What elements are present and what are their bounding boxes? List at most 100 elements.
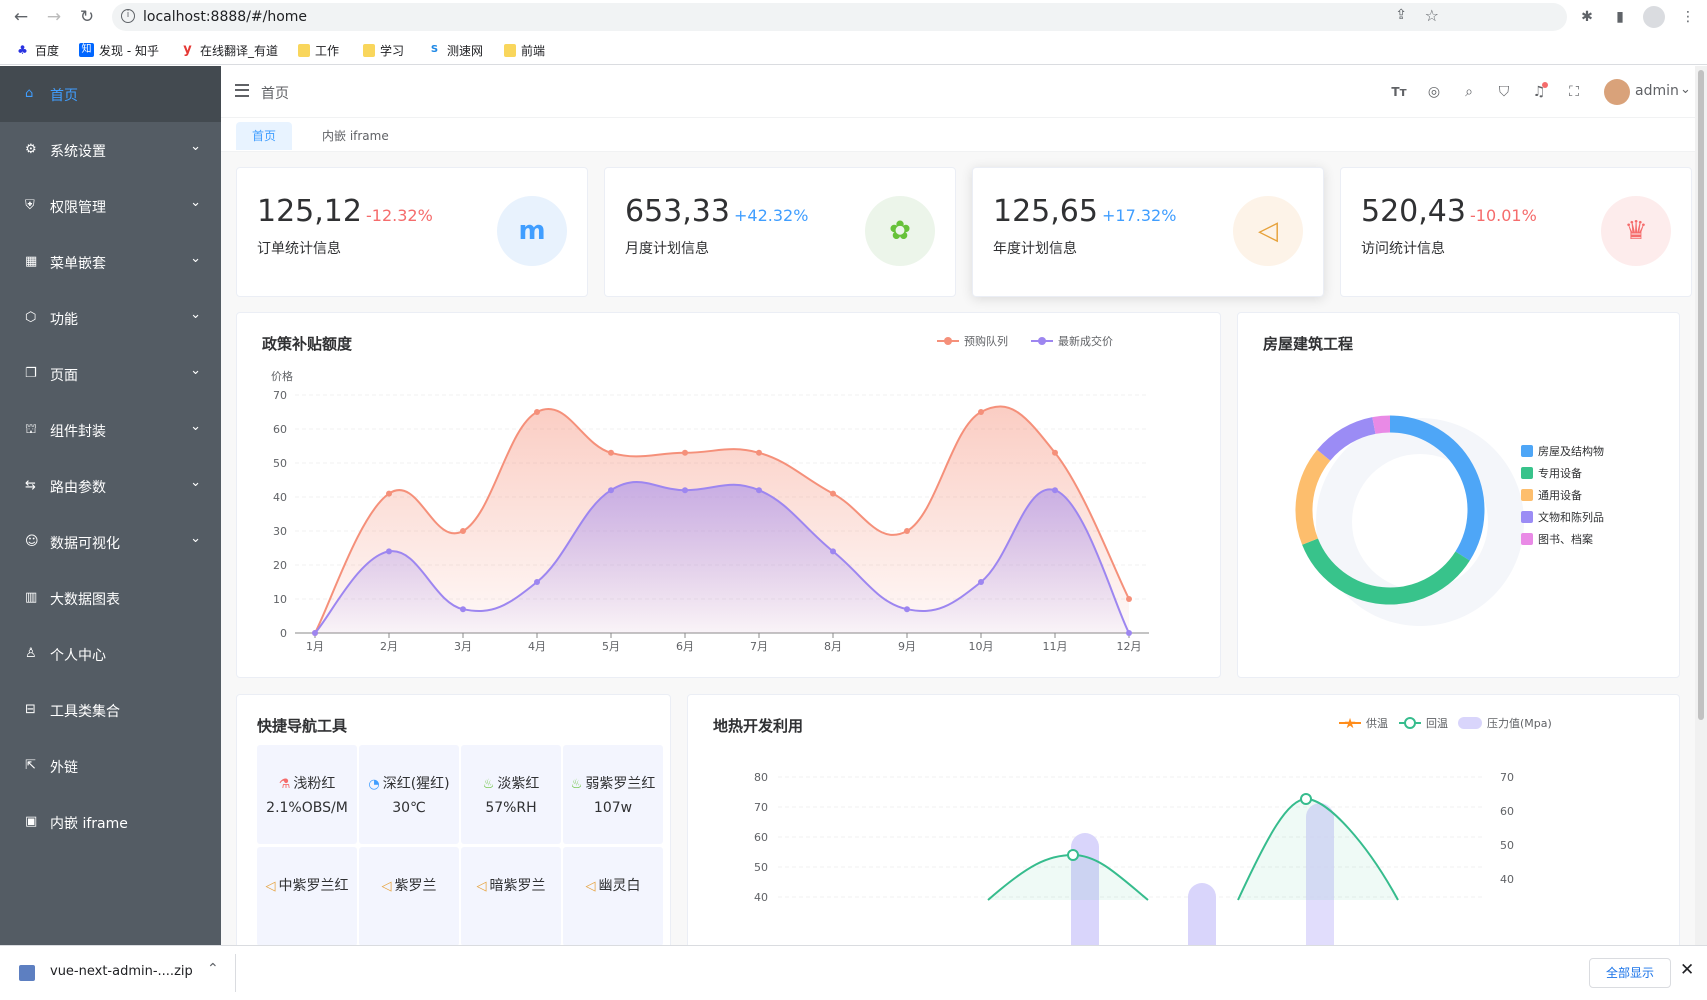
tag-home[interactable]: 首页 [236,122,293,150]
y-tick-label: 40 [273,491,287,504]
x-tick-label: 1月 [306,640,324,653]
data-point [460,606,466,613]
sidebar-item-label: 外链 [50,760,78,776]
scroll-thumb[interactable] [1698,70,1704,720]
fullscreen-icon[interactable]: ⛶ [1565,83,1583,101]
sidebar-item-label: 权限管理 [50,200,106,216]
bookmarks-bar: ♣ 百度 知发现 - 知乎 y 在线翻译_有道 工作 学习 S 测速网 前端 [0,34,1707,65]
avatar[interactable] [1604,79,1630,105]
sidebar-item[interactable]: ⇱ 外链 [0,738,221,794]
download-filename[interactable]: vue-next-admin-....zip [50,964,193,979]
geothermal-chart: 80 70 60 50 40 70 60 50 40 ★ 供温 回温 压力值(Mpa) [754,716,1552,945]
browser-toolbar: ← → ↻ i localhost:8888/#/home ⇪ ☆ ✱ ▮ ⋮ [0,0,1707,34]
sidebar-item[interactable]: ▦ 菜单嵌套 ⌄ [0,234,221,290]
y-tick-label: 10 [273,593,287,606]
y-tick-label-left: 40 [754,891,768,904]
show-all-button[interactable]: 全部显示 [1589,958,1671,988]
nav-tool-item[interactable]: ⚗ 浅粉红 2.1%OBS/M [257,745,357,844]
card-title: 快捷导航工具 [257,717,348,735]
sidebar-item[interactable]: ⊟ 工具类集合 [0,682,221,738]
sidebar-item[interactable]: ⚙ 系统设置 ⌄ [0,122,221,178]
bookmark-folder-study[interactable]: 学习 [363,41,404,59]
info-icon[interactable]: i [121,9,135,23]
stat-card: 520,43 -10.01% 访问统计信息 ♛ [1340,167,1692,297]
bookmark-folder-work[interactable]: 工作 [298,41,339,59]
sidebar-item[interactable]: ▣ 内嵌 iframe [0,794,221,850]
legend-label: 压力值(Mpa) [1487,717,1552,730]
data-point [1300,793,1312,805]
sidepanel-icon[interactable]: ▮ [1610,7,1630,27]
nav-tool-item[interactable]: ◔ 深红(猩红) 30℃ [359,745,459,844]
sidebar-item[interactable]: ⌂ 首页 [0,66,221,122]
menu-collapse-icon[interactable] [235,84,249,97]
nav-tool-title: 浅粉红 [293,776,336,792]
stat-value-row: 125,65 +17.32% [993,194,1176,229]
stopwatch-icon: ◔ [368,777,380,792]
data-point [386,548,392,555]
bookmark-zhihu[interactable]: 知发现 - 知乎 [79,41,159,59]
skin-icon[interactable]: ⛉ [1495,83,1513,101]
data-point [682,449,688,456]
sidebar-item[interactable]: ▥ 大数据图表 [0,570,221,626]
chrome-menu-icon[interactable]: ⋮ [1678,7,1698,27]
bell-icon[interactable]: ♫ [1530,82,1548,101]
sidebar-item[interactable]: ❐ 页面 ⌄ [0,346,221,402]
legend-label: 供温 [1366,716,1388,730]
nav-tool-title-row: ⚗ 浅粉红 [257,773,357,793]
bookmark-youdao[interactable]: y 在线翻译_有道 [180,41,278,59]
sidebar-item[interactable]: ♙ 个人中心 [0,626,221,682]
username[interactable]: admin [1635,83,1679,99]
nav-tool-item[interactable]: ♨ 淡紫红 57%RH [461,745,561,844]
sidebar-item[interactable]: ⬡ 功能 ⌄ [0,290,221,346]
tag-iframe[interactable]: 内嵌 iframe [306,122,405,150]
extensions-icon[interactable]: ✱ [1577,7,1597,27]
nav-tool-title: 幽灵白 [598,878,641,894]
nav-tool-value: 30℃ [392,800,426,816]
bookmark-baidu[interactable]: ♣ 百度 [15,41,59,59]
legend-marker [1404,717,1416,729]
profile-icon[interactable] [1643,6,1665,28]
nav-tool-item[interactable]: ◁ 中紫罗兰红 [257,847,357,945]
shield-icon: ⛨ [25,198,35,213]
x-tick-label: 3月 [454,640,472,653]
nav-tool-title: 弱紫罗兰红 [585,776,656,792]
font-size-icon[interactable]: Tт [1390,83,1408,101]
y-tick-label: 0 [280,627,287,640]
nav-tool-title-row: ◔ 深红(猩红) [359,773,459,793]
chevron-down-icon[interactable]: ⌄ [1680,82,1691,97]
url-bar[interactable]: i localhost:8888/#/home ⇪ ☆ [112,3,1567,31]
sidebar-item[interactable]: ☺ 数据可视化 ⌄ [0,514,221,570]
sidebar-item[interactable]: ⛫ 组件封装 ⌄ [0,402,221,458]
forward-icon[interactable]: → [43,6,65,28]
bookmark-speedtest[interactable]: S 测速网 [427,41,483,59]
star-icon[interactable]: ☆ [1425,6,1439,25]
back-icon[interactable]: ← [10,6,32,28]
search-icon[interactable]: ⌕ [1460,83,1478,101]
url-text[interactable]: localhost:8888/#/home [143,9,307,25]
bookmark-folder-frontend[interactable]: 前端 [504,41,545,59]
close-icon[interactable]: ✕ [1680,960,1694,980]
legend-swatch [1521,445,1533,457]
reload-icon[interactable]: ↻ [76,6,98,28]
data-point [608,487,614,494]
nav-tool-item[interactable]: ◁ 暗紫罗兰 [461,847,561,945]
language-icon[interactable]: ◎ [1425,83,1443,101]
share-icon[interactable]: ⇪ [1395,7,1407,23]
speedtest-icon: S [430,44,439,55]
nav-tool-item[interactable]: ♨ 弱紫罗兰红 107w [563,745,663,844]
sidebar-item[interactable]: ⇆ 路由参数 ⌄ [0,458,221,514]
nav-tool-item[interactable]: ◁ 幽灵白 [563,847,663,945]
sidebar-item[interactable]: ⛨ 权限管理 ⌄ [0,178,221,234]
legend-label: 文物和陈列品 [1538,510,1604,524]
nav-tool-title: 中紫罗兰红 [278,878,349,894]
stat-value: 125,12 [257,194,362,229]
nav-tool-item[interactable]: ◁ 紫罗兰 [359,847,459,945]
y-tick-label-left: 60 [754,831,768,844]
stat-value-row: 520,43 -10.01% [1361,194,1537,229]
page-scrollbar[interactable] [1695,66,1707,945]
chevron-up-icon[interactable]: ⌃ [207,961,219,977]
y-tick-label-left: 50 [754,861,768,874]
sidebar-item-label: 页面 [50,368,78,384]
stat-change: -12.32% [365,206,433,225]
stat-label: 年度计划信息 [993,241,1077,257]
